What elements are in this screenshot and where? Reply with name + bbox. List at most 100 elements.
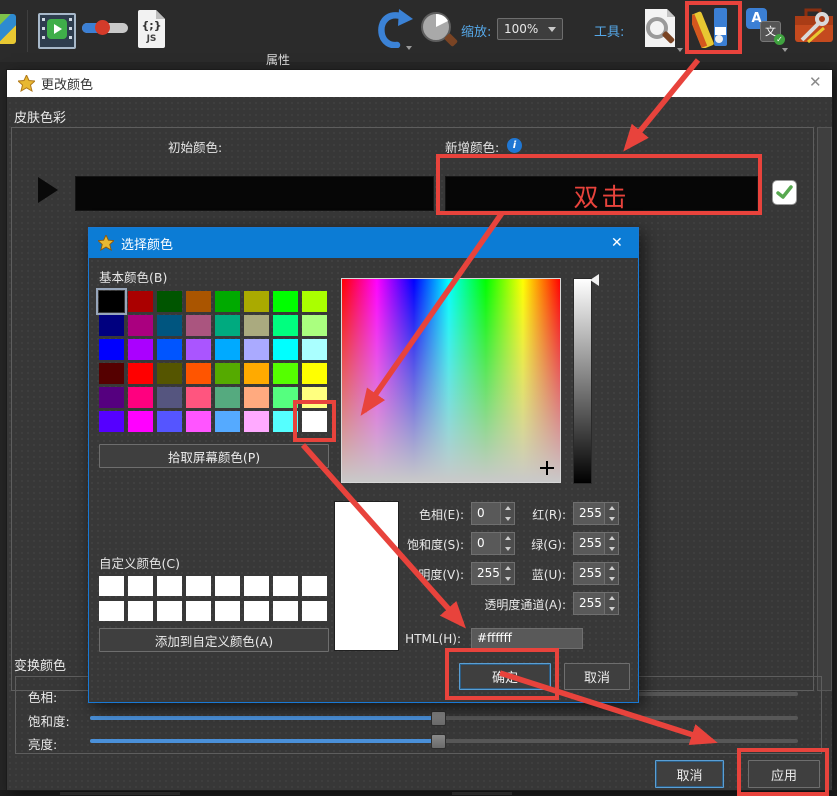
basic-color-swatch[interactable]	[99, 363, 124, 384]
basic-color-swatch[interactable]	[186, 315, 211, 336]
basic-color-swatch[interactable]	[273, 291, 298, 312]
value-slider-handle[interactable]	[590, 274, 599, 286]
add-custom-color-button[interactable]: 添加到自定义颜色(A)	[99, 628, 329, 652]
pick-screen-color-button[interactable]: 拾取屏幕颜色(P)	[99, 444, 329, 468]
basic-color-swatch[interactable]	[157, 339, 182, 360]
basic-color-swatch[interactable]	[99, 411, 124, 432]
red-spinbox[interactable]: 255	[573, 502, 619, 525]
custom-color-swatch[interactable]	[128, 601, 153, 621]
basic-color-swatch[interactable]	[273, 363, 298, 384]
main-cancel-button[interactable]: 取消	[655, 760, 724, 788]
custom-color-swatch[interactable]	[215, 576, 240, 596]
custom-color-swatch[interactable]	[99, 576, 124, 596]
toolbox-icon[interactable]	[794, 6, 834, 52]
gauge-icon[interactable]	[418, 10, 458, 52]
custom-color-swatch[interactable]	[186, 576, 211, 596]
saturation-spinbox[interactable]: 0	[471, 532, 515, 555]
custom-color-swatch[interactable]	[186, 601, 211, 621]
main-apply-button[interactable]: 应用	[748, 760, 820, 788]
hue-spinbox[interactable]: 0	[471, 502, 515, 525]
close-icon[interactable]: ✕	[809, 75, 822, 90]
info-icon[interactable]: i	[507, 138, 522, 153]
basic-color-swatch[interactable]	[186, 291, 211, 312]
change-color-titlebar[interactable]: 更改颜色 ✕	[7, 70, 832, 97]
basic-color-swatch[interactable]	[244, 387, 269, 408]
custom-color-swatch[interactable]	[273, 576, 298, 596]
brightness-slider[interactable]	[90, 739, 798, 743]
custom-color-swatch[interactable]	[99, 601, 124, 621]
video-icon[interactable]	[38, 13, 76, 49]
basic-color-swatch[interactable]	[186, 363, 211, 384]
basic-color-swatch[interactable]	[186, 411, 211, 432]
basic-color-swatch[interactable]	[273, 315, 298, 336]
basic-color-swatch[interactable]	[244, 315, 269, 336]
basic-color-swatch[interactable]	[128, 363, 153, 384]
basic-color-swatch[interactable]	[128, 315, 153, 336]
basic-color-swatch[interactable]	[273, 387, 298, 408]
basic-color-swatch[interactable]	[128, 387, 153, 408]
custom-color-swatch[interactable]	[302, 576, 327, 596]
custom-color-swatch[interactable]	[128, 576, 153, 596]
basic-color-swatch[interactable]	[128, 291, 153, 312]
slider-icon[interactable]	[82, 22, 128, 34]
alpha-spinbox[interactable]: 255	[573, 592, 619, 615]
basic-color-swatch[interactable]	[244, 291, 269, 312]
custom-color-swatch[interactable]	[157, 601, 182, 621]
basic-color-swatch[interactable]	[302, 339, 327, 360]
basic-color-swatch[interactable]	[99, 387, 124, 408]
properties-tab[interactable]: 属性	[266, 51, 290, 68]
slider-handle[interactable]	[431, 734, 446, 749]
cancel-button[interactable]: 取消	[564, 663, 630, 690]
value-spinbox[interactable]: 255	[471, 562, 515, 585]
slider-handle[interactable]	[431, 711, 446, 726]
basic-color-swatch[interactable]	[273, 411, 298, 432]
basic-color-swatch[interactable]	[215, 411, 240, 432]
undo-icon[interactable]	[374, 8, 414, 52]
basic-color-swatch[interactable]	[244, 363, 269, 384]
basic-color-swatch[interactable]	[215, 291, 240, 312]
basic-color-swatch[interactable]	[302, 291, 327, 312]
custom-color-swatch[interactable]	[244, 576, 269, 596]
expand-triangle-icon[interactable]	[38, 177, 58, 203]
doc-search-icon[interactable]	[637, 6, 683, 54]
custom-color-swatch[interactable]	[215, 601, 240, 621]
basic-color-swatch[interactable]	[244, 411, 269, 432]
row-enabled-checkbox[interactable]	[772, 180, 797, 205]
basic-color-swatch[interactable]	[302, 387, 327, 408]
custom-color-swatch[interactable]	[244, 601, 269, 621]
basic-color-swatch[interactable]	[273, 339, 298, 360]
custom-color-swatch[interactable]	[273, 601, 298, 621]
basic-color-swatch[interactable]	[157, 363, 182, 384]
vertical-scrollbar[interactable]	[817, 127, 832, 691]
custom-color-swatch[interactable]	[157, 576, 182, 596]
basic-color-swatch[interactable]	[99, 315, 124, 336]
basic-color-swatch[interactable]	[99, 291, 124, 312]
value-slider[interactable]	[573, 278, 592, 484]
blue-spinbox[interactable]: 255	[573, 562, 619, 585]
basic-color-swatch[interactable]	[157, 315, 182, 336]
basic-color-swatch[interactable]	[302, 411, 327, 432]
zoom-dropdown[interactable]: 100%	[497, 18, 563, 40]
basic-color-swatch[interactable]	[128, 411, 153, 432]
basic-color-swatch[interactable]	[302, 315, 327, 336]
basic-color-swatch[interactable]	[215, 387, 240, 408]
close-icon[interactable]: ✕	[611, 235, 623, 251]
hue-saturation-field[interactable]	[341, 278, 561, 483]
basic-color-swatch[interactable]	[186, 387, 211, 408]
color-swatches-icon[interactable]	[692, 8, 736, 48]
basic-color-swatch[interactable]	[215, 339, 240, 360]
translate-icon[interactable]: A 文 ✓	[746, 8, 788, 52]
basic-color-swatch[interactable]	[215, 363, 240, 384]
new-color-bar[interactable]: 双击	[445, 176, 758, 211]
basic-color-swatch[interactable]	[128, 339, 153, 360]
basic-color-swatch[interactable]	[244, 339, 269, 360]
basic-color-swatch[interactable]	[215, 315, 240, 336]
select-color-titlebar[interactable]: 选择颜色 ✕	[89, 228, 638, 258]
basic-color-swatch[interactable]	[186, 339, 211, 360]
image-icon[interactable]	[0, 14, 16, 44]
html-input[interactable]: #ffffff	[471, 628, 583, 649]
custom-color-swatch[interactable]	[302, 601, 327, 621]
ok-button[interactable]: 确定	[459, 663, 551, 690]
basic-color-swatch[interactable]	[157, 387, 182, 408]
basic-color-swatch[interactable]	[157, 411, 182, 432]
